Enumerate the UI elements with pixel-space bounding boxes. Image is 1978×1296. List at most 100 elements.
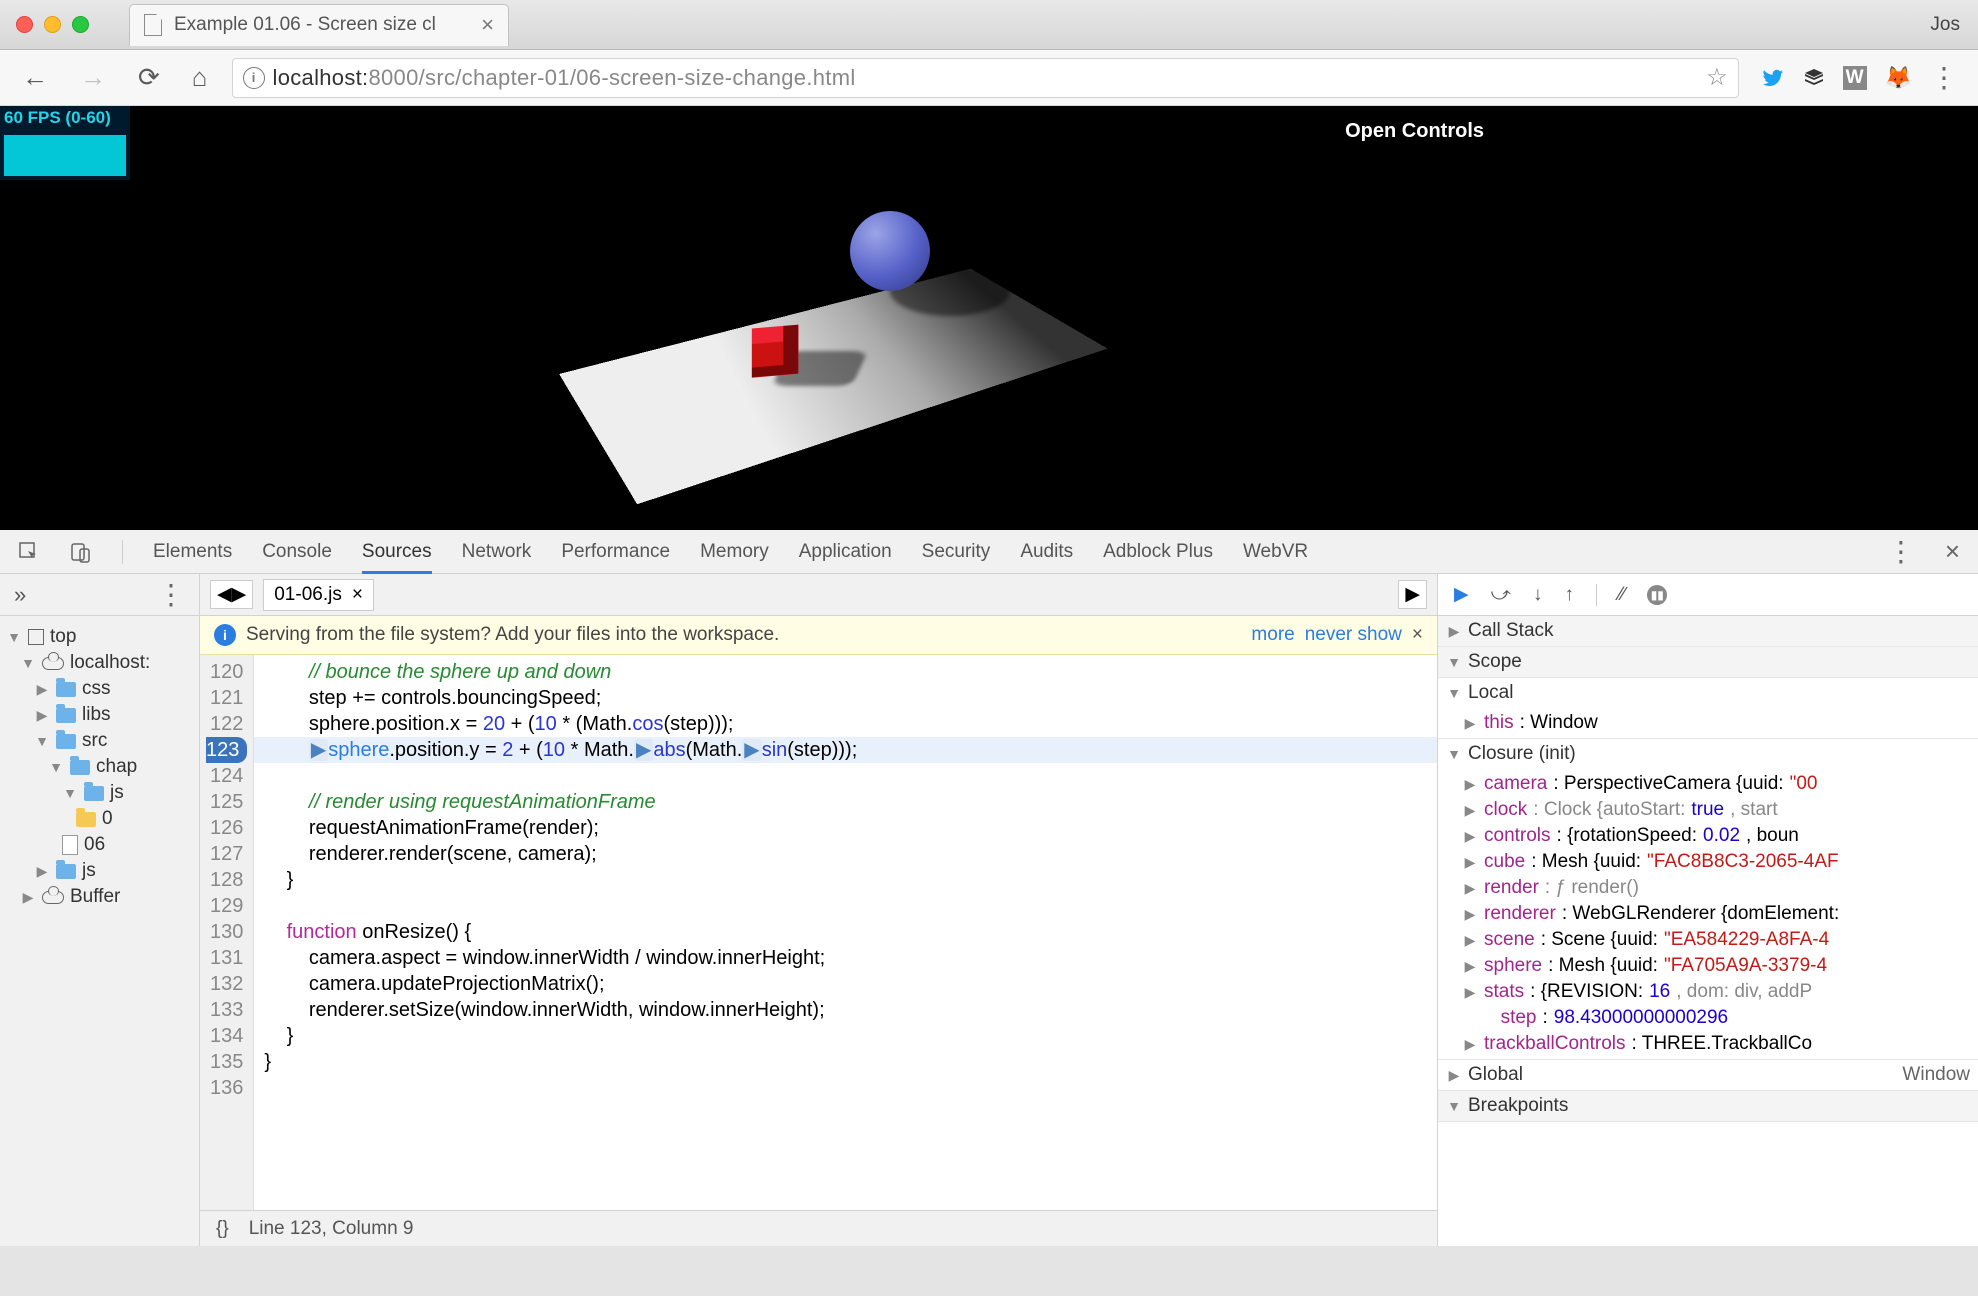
- tab-console[interactable]: Console: [262, 541, 332, 563]
- banner-never-link[interactable]: never show: [1305, 624, 1402, 646]
- line-gutter[interactable]: 120 121 122 123 124 125 126 127 128 129 …: [200, 655, 254, 1210]
- navigator-menu-icon[interactable]: ⋮: [157, 590, 185, 600]
- editor-file-tab[interactable]: 01-06.js×: [263, 579, 374, 611]
- tab-close-icon[interactable]: ×: [481, 12, 494, 38]
- site-info-icon[interactable]: i: [243, 67, 265, 89]
- breakpoint-marker: 123: [206, 737, 247, 763]
- tab-elements[interactable]: Elements: [153, 541, 232, 563]
- section-callstack[interactable]: ▶Call Stack: [1438, 616, 1978, 646]
- browser-tab[interactable]: Example 01.06 - Screen size cl ×: [129, 4, 509, 46]
- var-sphere[interactable]: ▶sphere: Mesh {uuid: "FA705A9A-3379-4: [1462, 953, 1978, 979]
- section-scope[interactable]: ▼Scope: [1438, 647, 1978, 677]
- close-window-button[interactable]: [16, 16, 33, 33]
- banner-close-icon[interactable]: ×: [1412, 624, 1423, 646]
- resume-button[interactable]: ▶: [1454, 583, 1469, 606]
- code-editor[interactable]: 120 121 122 123 124 125 126 127 128 129 …: [200, 655, 1437, 1210]
- tree-file-0[interactable]: 0: [76, 806, 193, 832]
- step-into-button[interactable]: ↓: [1533, 584, 1543, 606]
- back-button[interactable]: ←: [14, 62, 56, 93]
- tree-chap[interactable]: ▼chap: [48, 754, 193, 780]
- tree-domain[interactable]: ▼localhost:: [20, 650, 193, 676]
- devtools-menu-icon[interactable]: ⋮: [1887, 547, 1915, 557]
- editor-nav-icon[interactable]: ◀▶: [210, 580, 253, 609]
- tab-audits[interactable]: Audits: [1020, 541, 1073, 563]
- browser-menu-icon[interactable]: ⋮: [1930, 73, 1958, 83]
- var-controls[interactable]: ▶controls: {rotationSpeed: 0.02, boun: [1462, 823, 1978, 849]
- var-cube[interactable]: ▶cube: Mesh {uuid: "FAC8B8C3-2065-4AF: [1462, 849, 1978, 875]
- scope-global[interactable]: ▶GlobalWindow: [1438, 1060, 1978, 1090]
- section-breakpoints[interactable]: ▼Breakpoints: [1438, 1091, 1978, 1121]
- var-trackball[interactable]: ▶trackballControls: THREE.TrackballCo: [1462, 1031, 1978, 1057]
- tree-file-06[interactable]: 06: [62, 832, 193, 858]
- open-controls-button[interactable]: Open Controls: [1345, 120, 1484, 143]
- page-icon: [144, 14, 162, 36]
- editor-run-icon[interactable]: ▶: [1398, 580, 1427, 609]
- step-out-button[interactable]: ↑: [1564, 584, 1574, 606]
- var-render[interactable]: ▶render: ƒ render(): [1462, 875, 1978, 901]
- deactivate-breakpoints-button[interactable]: ⁄∕: [1619, 584, 1625, 606]
- wikipedia-ext-icon[interactable]: W: [1843, 66, 1867, 90]
- debugger-sidebar: ▶ ⤻ ↓ ↑ ⁄∕ ▮▮ ▶Call Stack ▼Scope ▼Local …: [1438, 574, 1978, 1246]
- navigator-overflow-icon[interactable]: »: [14, 582, 26, 608]
- debugger-controls: ▶ ⤻ ↓ ↑ ⁄∕ ▮▮: [1438, 574, 1978, 616]
- cursor-position: Line 123, Column 9: [249, 1218, 414, 1240]
- scope-local[interactable]: ▼Local: [1438, 678, 1978, 708]
- tree-js[interactable]: ▼js: [62, 780, 193, 806]
- zoom-window-button[interactable]: [72, 16, 89, 33]
- tab-security[interactable]: Security: [922, 541, 991, 563]
- var-scene[interactable]: ▶scene: Scene {uuid: "EA584229-A8FA-4: [1462, 927, 1978, 953]
- address-bar[interactable]: i localhost:8000/src/chapter-01/06-scree…: [232, 58, 1739, 98]
- page-viewport[interactable]: 60 FPS (0-60) Open Controls: [0, 106, 1978, 530]
- workspace-banner: i Serving from the file system? Add your…: [200, 616, 1437, 655]
- twitter-icon[interactable]: [1761, 66, 1785, 90]
- tree-buffer[interactable]: ▶Buffer: [20, 884, 193, 910]
- tab-memory[interactable]: Memory: [700, 541, 769, 563]
- url-text: localhost:8000/src/chapter-01/06-screen-…: [273, 65, 856, 91]
- buffer-icon[interactable]: [1803, 67, 1825, 89]
- var-stats[interactable]: ▶stats: {REVISION: 16, dom: div, addP: [1462, 979, 1978, 1005]
- extensions-area: W 🦊 ⋮: [1755, 65, 1964, 91]
- sources-navigator: » ⋮ ▼top ▼localhost: ▶css ▶libs ▼src ▼ch…: [0, 574, 200, 1246]
- banner-text: Serving from the file system? Add your f…: [246, 624, 779, 646]
- var-this[interactable]: ▶this: Window: [1462, 710, 1978, 736]
- tree-js2[interactable]: ▶js: [34, 858, 193, 884]
- sphere-mesh: [850, 211, 930, 291]
- var-step[interactable]: ▶ step: 98.43000000000296: [1462, 1005, 1978, 1031]
- cube-mesh: [752, 325, 798, 378]
- fox-ext-icon[interactable]: 🦊: [1885, 65, 1912, 91]
- tree-top[interactable]: ▼top: [6, 624, 193, 650]
- var-renderer[interactable]: ▶renderer: WebGLRenderer {domElement:: [1462, 901, 1978, 927]
- home-button[interactable]: ⌂: [184, 62, 216, 93]
- tab-adblock[interactable]: Adblock Plus: [1103, 541, 1213, 563]
- banner-more-link[interactable]: more: [1251, 624, 1294, 646]
- fps-label: 60 FPS (0-60): [4, 108, 126, 128]
- tree-src[interactable]: ▼src: [34, 728, 193, 754]
- devtools-close-icon[interactable]: ×: [1945, 536, 1960, 567]
- pretty-print-icon[interactable]: {}: [216, 1218, 229, 1240]
- devtools-tabs: Elements Console Sources Network Perform…: [0, 530, 1978, 574]
- tab-webvr[interactable]: WebVR: [1243, 541, 1308, 563]
- var-camera[interactable]: ▶camera: PerspectiveCamera {uuid: "00: [1462, 771, 1978, 797]
- tab-network[interactable]: Network: [462, 541, 532, 563]
- three-scene: [540, 156, 1140, 486]
- fps-counter: 60 FPS (0-60): [0, 106, 130, 180]
- tab-application[interactable]: Application: [799, 541, 892, 563]
- tab-performance[interactable]: Performance: [561, 541, 670, 563]
- minimize-window-button[interactable]: [44, 16, 61, 33]
- reload-button[interactable]: ⟳: [130, 62, 168, 93]
- tree-css[interactable]: ▶css: [34, 676, 193, 702]
- editor-tab-close-icon[interactable]: ×: [352, 584, 363, 606]
- tree-libs[interactable]: ▶libs: [34, 702, 193, 728]
- profile-name[interactable]: Jos: [1930, 14, 1960, 36]
- fps-graph: [4, 132, 126, 176]
- tab-sources[interactable]: Sources: [362, 541, 432, 574]
- bookmark-star-icon[interactable]: ☆: [1706, 63, 1728, 92]
- var-clock[interactable]: ▶clock: Clock {autoStart: true, start: [1462, 797, 1978, 823]
- sources-editor: ◀▶ 01-06.js× ▶ i Serving from the file s…: [200, 574, 1438, 1246]
- device-toggle-icon[interactable]: [70, 541, 92, 563]
- step-over-button[interactable]: ⤻: [1491, 584, 1511, 606]
- pause-exceptions-button[interactable]: ▮▮: [1647, 585, 1667, 605]
- scope-closure[interactable]: ▼Closure (init): [1438, 739, 1978, 769]
- inspect-icon[interactable]: [18, 541, 40, 563]
- window-titlebar: Example 01.06 - Screen size cl × Jos: [0, 0, 1978, 50]
